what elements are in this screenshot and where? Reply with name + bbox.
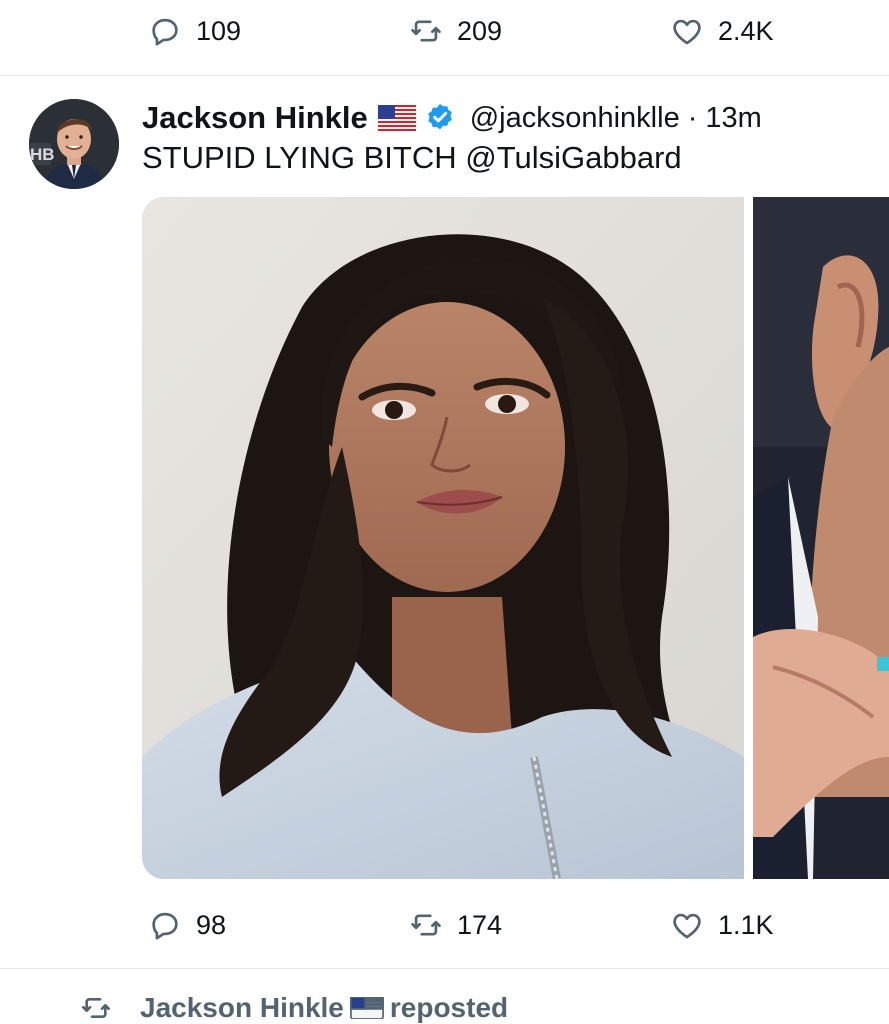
divider xyxy=(0,75,889,76)
repost-label: reposted xyxy=(389,992,509,1023)
reply-count: 98 xyxy=(196,909,227,940)
reply-count: 109 xyxy=(196,15,242,46)
reply-icon xyxy=(152,18,178,46)
author-name[interactable]: Jackson Hinkle xyxy=(142,100,368,136)
tweet-header: Jackson Hinkle @jacksonhinklle · 13m xyxy=(142,96,762,140)
repost-icon xyxy=(82,998,110,1018)
tweet-text: STUPID LYING BITCH @TulsiGabbard xyxy=(142,140,682,176)
avatar-badge-text: HB xyxy=(30,145,55,164)
repost-context: Jackson Hinkle reposted xyxy=(80,992,508,1024)
reply-button[interactable]: 98 xyxy=(148,905,226,945)
portrait-photo xyxy=(142,197,744,879)
reply-icon xyxy=(152,912,178,940)
tweet-timestamp[interactable]: 13m xyxy=(705,102,761,135)
repost-context-text[interactable]: Jackson Hinkle reposted xyxy=(140,992,508,1024)
mention-link[interactable]: @TulsiGabbard xyxy=(465,140,681,175)
us-flag-icon xyxy=(377,105,416,131)
reply-button[interactable]: 109 xyxy=(148,11,241,51)
separator-dot: · xyxy=(687,101,698,134)
avatar-image: HB xyxy=(29,99,119,189)
tweet-actions: 98 174 1.1K xyxy=(0,905,889,945)
repost-icon xyxy=(411,20,441,42)
repost-count: 174 xyxy=(457,909,503,940)
second-photo xyxy=(753,197,889,879)
previous-tweet-actions: 109 209 2.4K xyxy=(0,11,889,51)
like-count: 2.4K xyxy=(718,15,774,46)
repost-count: 209 xyxy=(457,15,503,46)
like-button[interactable]: 1.1K xyxy=(670,905,774,945)
reposter-name: Jackson Hinkle xyxy=(140,992,344,1023)
repost-button[interactable]: 174 xyxy=(409,905,502,945)
tweet-image-1[interactable] xyxy=(142,197,744,879)
avatar[interactable]: HB xyxy=(29,99,119,189)
verified-badge-icon xyxy=(427,104,452,130)
repost-icon xyxy=(411,914,441,936)
divider xyxy=(0,968,889,969)
us-flag-icon xyxy=(349,997,384,1019)
like-button[interactable]: 2.4K xyxy=(670,11,774,51)
tweet-image-2[interactable] xyxy=(753,197,889,879)
like-count: 1.1K xyxy=(718,909,774,940)
author-handle[interactable]: @jacksonhinklle xyxy=(470,102,680,135)
tweet-text-body: STUPID LYING BITCH xyxy=(142,140,466,175)
repost-button[interactable]: 209 xyxy=(409,11,502,51)
heart-icon xyxy=(673,913,701,939)
heart-icon xyxy=(673,19,701,45)
